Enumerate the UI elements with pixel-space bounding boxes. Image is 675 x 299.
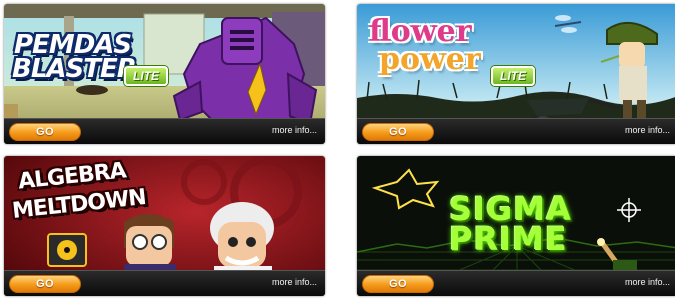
- card-action-bar: GO more info...: [4, 270, 325, 296]
- game-card-flower-power[interactable]: flower power LITE GO more info...: [357, 4, 675, 144]
- game-title-line-2: BLASTER: [12, 54, 137, 84]
- game-title-line-2: power: [379, 42, 481, 77]
- more-info-link[interactable]: more info...: [625, 277, 670, 287]
- more-info-link[interactable]: more info...: [625, 125, 670, 135]
- game-card-algebra-meltdown[interactable]: ALGEBRA MELTDOWN GO more info...: [4, 156, 325, 296]
- card-action-bar: GO more info...: [4, 118, 325, 144]
- radiation-icon: [47, 233, 87, 267]
- lite-badge: LITE: [124, 66, 168, 86]
- game-card-sigma-prime[interactable]: SIGMA PRIME GO more info...: [357, 156, 675, 296]
- lite-badge: LITE: [491, 66, 535, 86]
- more-info-link[interactable]: more info...: [272, 125, 317, 135]
- go-button[interactable]: GO: [362, 275, 434, 293]
- more-info-link[interactable]: more info...: [272, 277, 317, 287]
- game-title-line-2: PRIME: [449, 220, 568, 258]
- go-button[interactable]: GO: [9, 123, 81, 141]
- go-button[interactable]: GO: [9, 275, 81, 293]
- game-card-pemdas-blaster[interactable]: PEMDAS BLASTER LITE GO more info...: [4, 4, 325, 144]
- card-action-bar: GO more info...: [357, 118, 675, 144]
- card-action-bar: GO more info...: [357, 270, 675, 296]
- go-button[interactable]: GO: [362, 123, 434, 141]
